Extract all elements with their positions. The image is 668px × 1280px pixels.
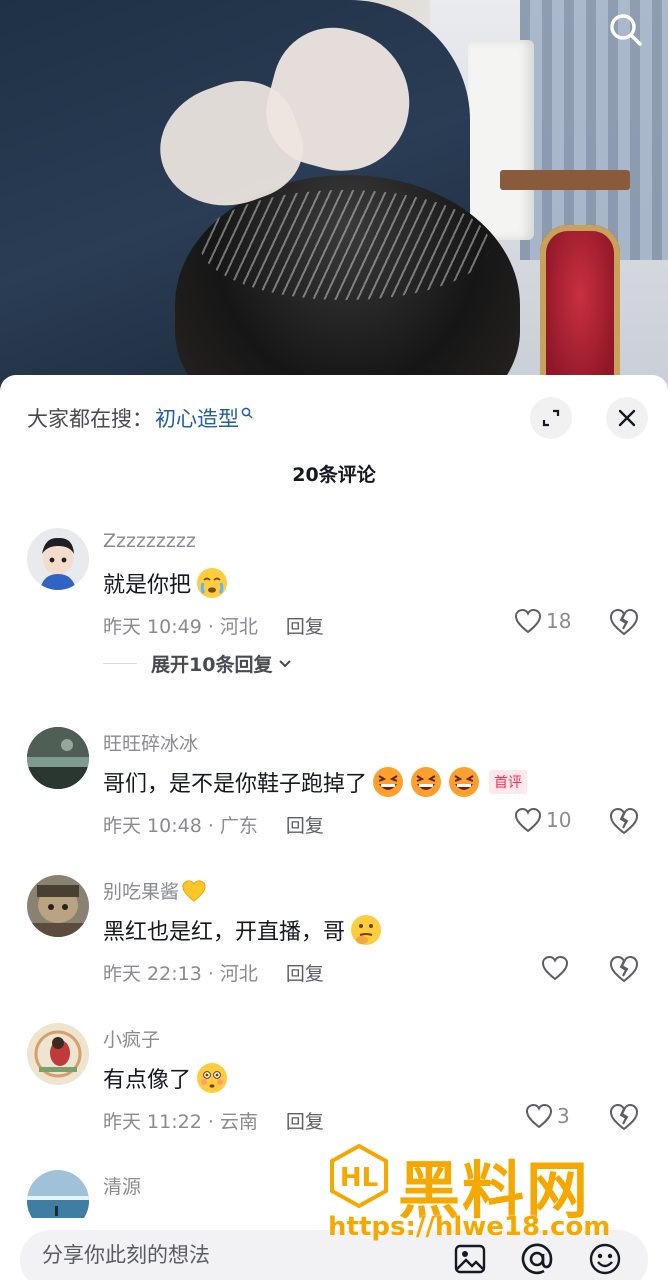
like-count: 3 [557,1104,570,1128]
comment-text: 黑红也是红，开直播，哥 [103,913,383,947]
expand-replies-button[interactable]: 展开10条回复 [103,650,294,677]
comment-input[interactable] [42,1240,442,1270]
video-chair [540,225,620,400]
hot-search-link[interactable]: 初心造型 [155,403,239,433]
broken-heart-icon [609,807,639,835]
comment-username[interactable]: Zzzzzzzzz [103,530,196,552]
laughing-face-icon [411,767,442,797]
like-count: 10 [546,808,572,832]
comment-text: 就是你把 [103,566,229,600]
comment-text-body: 就是你把 [103,573,192,598]
like-button[interactable]: 10 [514,807,571,833]
image-icon[interactable] [453,1242,487,1276]
search-icon [610,14,642,46]
first-comment-badge: 首评 [489,770,528,794]
divider-line [103,663,137,664]
laughing-face-icon [449,767,480,797]
crying-face-icon [197,568,228,598]
comment-meta: 昨天 22:13 · 河北 回复 [103,959,324,986]
like-button[interactable]: 18 [514,608,571,634]
comment-username[interactable]: 清源 [103,1172,141,1199]
comment-time: 昨天 10:48 · 广东 [103,815,258,837]
comment-text: 哥们，是不是你鞋子跑掉了 首评 [103,765,528,799]
avatar[interactable] [27,1023,89,1085]
comment-username[interactable]: 小疯子 [103,1025,160,1052]
chevron-down-icon [279,659,292,667]
thinking-face-icon [351,915,382,945]
video-shelf [500,170,630,190]
avatar[interactable] [27,727,89,789]
heart-icon [514,608,542,634]
hot-search: 大家都在搜： 初心造型 [27,403,253,433]
dislike-button[interactable] [609,955,639,987]
small-search-icon [241,407,253,419]
mention-icon[interactable] [520,1242,554,1276]
comment-username[interactable]: 别吃果酱 [103,877,207,904]
video-player[interactable] [0,0,668,400]
search-button[interactable] [606,10,646,50]
close-button[interactable] [606,397,648,439]
like-button[interactable]: 3 [525,1103,570,1129]
broken-heart-icon [609,955,639,983]
dislike-button[interactable] [609,608,639,640]
reply-button[interactable]: 回复 [286,612,324,639]
reply-button[interactable]: 回复 [286,959,324,986]
comment-input-bar [0,1218,668,1280]
video-hair-gel [200,190,490,300]
comment-text-body: 有点像了 [103,1068,192,1093]
emoji-icon[interactable] [588,1242,622,1276]
like-count: 18 [546,609,572,633]
yellow-heart-icon [182,879,206,902]
comment-text-body: 哥们，是不是你鞋子跑掉了 [103,772,368,797]
comment-text: 有点像了 [103,1061,229,1095]
dislike-button[interactable] [609,807,639,839]
expand-replies-label: 展开10条回复 [151,654,273,676]
laughing-face-icon [373,767,404,797]
comment-text-body: 黑红也是红，开直播，哥 [103,920,346,945]
flushed-face-icon [197,1063,228,1093]
broken-heart-icon [609,1103,639,1131]
comment-time: 昨天 11:22 · 云南 [103,1111,258,1133]
heart-icon [525,1103,553,1129]
comment-time: 昨天 22:13 · 河北 [103,963,258,985]
close-icon [618,409,636,427]
comment-username-text: 别吃果酱 [103,881,180,903]
comment-meta: 昨天 10:49 · 河北 回复 [103,612,324,639]
dislike-button[interactable] [609,1103,639,1135]
comment-count: 20条评论 [292,464,376,486]
avatar[interactable] [27,875,89,937]
heart-icon [541,955,569,981]
comment-meta: 昨天 10:48 · 广东 回复 [103,811,324,838]
expand-button[interactable] [530,397,572,439]
comment-username[interactable]: 旺旺碎冰冰 [103,729,198,756]
comment-meta: 昨天 11:22 · 云南 回复 [103,1107,324,1134]
video-air-conditioner [468,40,534,240]
comment-time: 昨天 10:49 · 河北 [103,616,258,638]
avatar[interactable] [27,528,89,590]
broken-heart-icon [609,608,639,636]
reply-button[interactable]: 回复 [286,811,324,838]
expand-icon [542,409,560,427]
heart-icon [514,807,542,833]
comment-panel: 大家都在搜： 初心造型 20条评论 Zzzzzzzzz 就是你把 昨天 10:4… [0,375,668,1280]
comment-input-container [20,1230,648,1280]
hot-search-prefix: 大家都在搜： [27,407,153,431]
comment-panel-header: 大家都在搜： 初心造型 [0,375,668,455]
like-button[interactable] [541,955,573,981]
reply-button[interactable]: 回复 [286,1107,324,1134]
